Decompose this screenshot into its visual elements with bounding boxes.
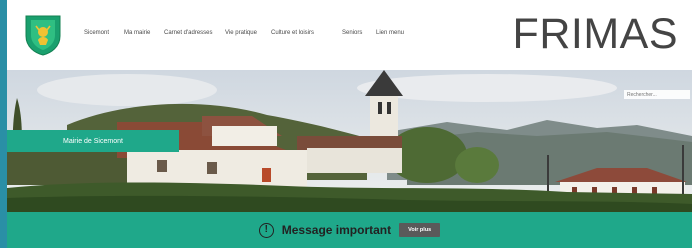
alert-circle-icon: ! [258, 222, 274, 238]
nav-item-ma-mairie[interactable]: Ma mairie [124, 30, 150, 36]
voir-plus-button[interactable]: Voir plus [399, 223, 441, 237]
nav-item-sicemont[interactable]: Sicemont [84, 30, 109, 36]
mairie-tag-button[interactable]: Mairie de Sicemont [7, 130, 179, 152]
crest-logo-icon[interactable] [24, 14, 62, 56]
banner-message-text: Message important [281, 223, 392, 237]
site-brand-title: FRIMAS [512, 10, 678, 58]
nav-item-carnet-adresses[interactable]: Carnet d'adresses [164, 30, 213, 36]
search-input[interactable] [624, 90, 690, 99]
nav-item-culture-loisirs[interactable]: Culture et loisirs [271, 30, 314, 36]
site-header: Sicemont Ma mairie Carnet d'adresses Vie… [7, 0, 692, 70]
important-message-banner: ! Message important Voir plus [7, 212, 692, 248]
nav-item-seniors[interactable]: Seniors [342, 30, 362, 36]
left-frame-border [0, 0, 7, 248]
nav-item-lien-menu[interactable]: Lien menu [376, 30, 404, 36]
nav-item-vie-pratique[interactable]: Vie pratique [225, 30, 257, 36]
